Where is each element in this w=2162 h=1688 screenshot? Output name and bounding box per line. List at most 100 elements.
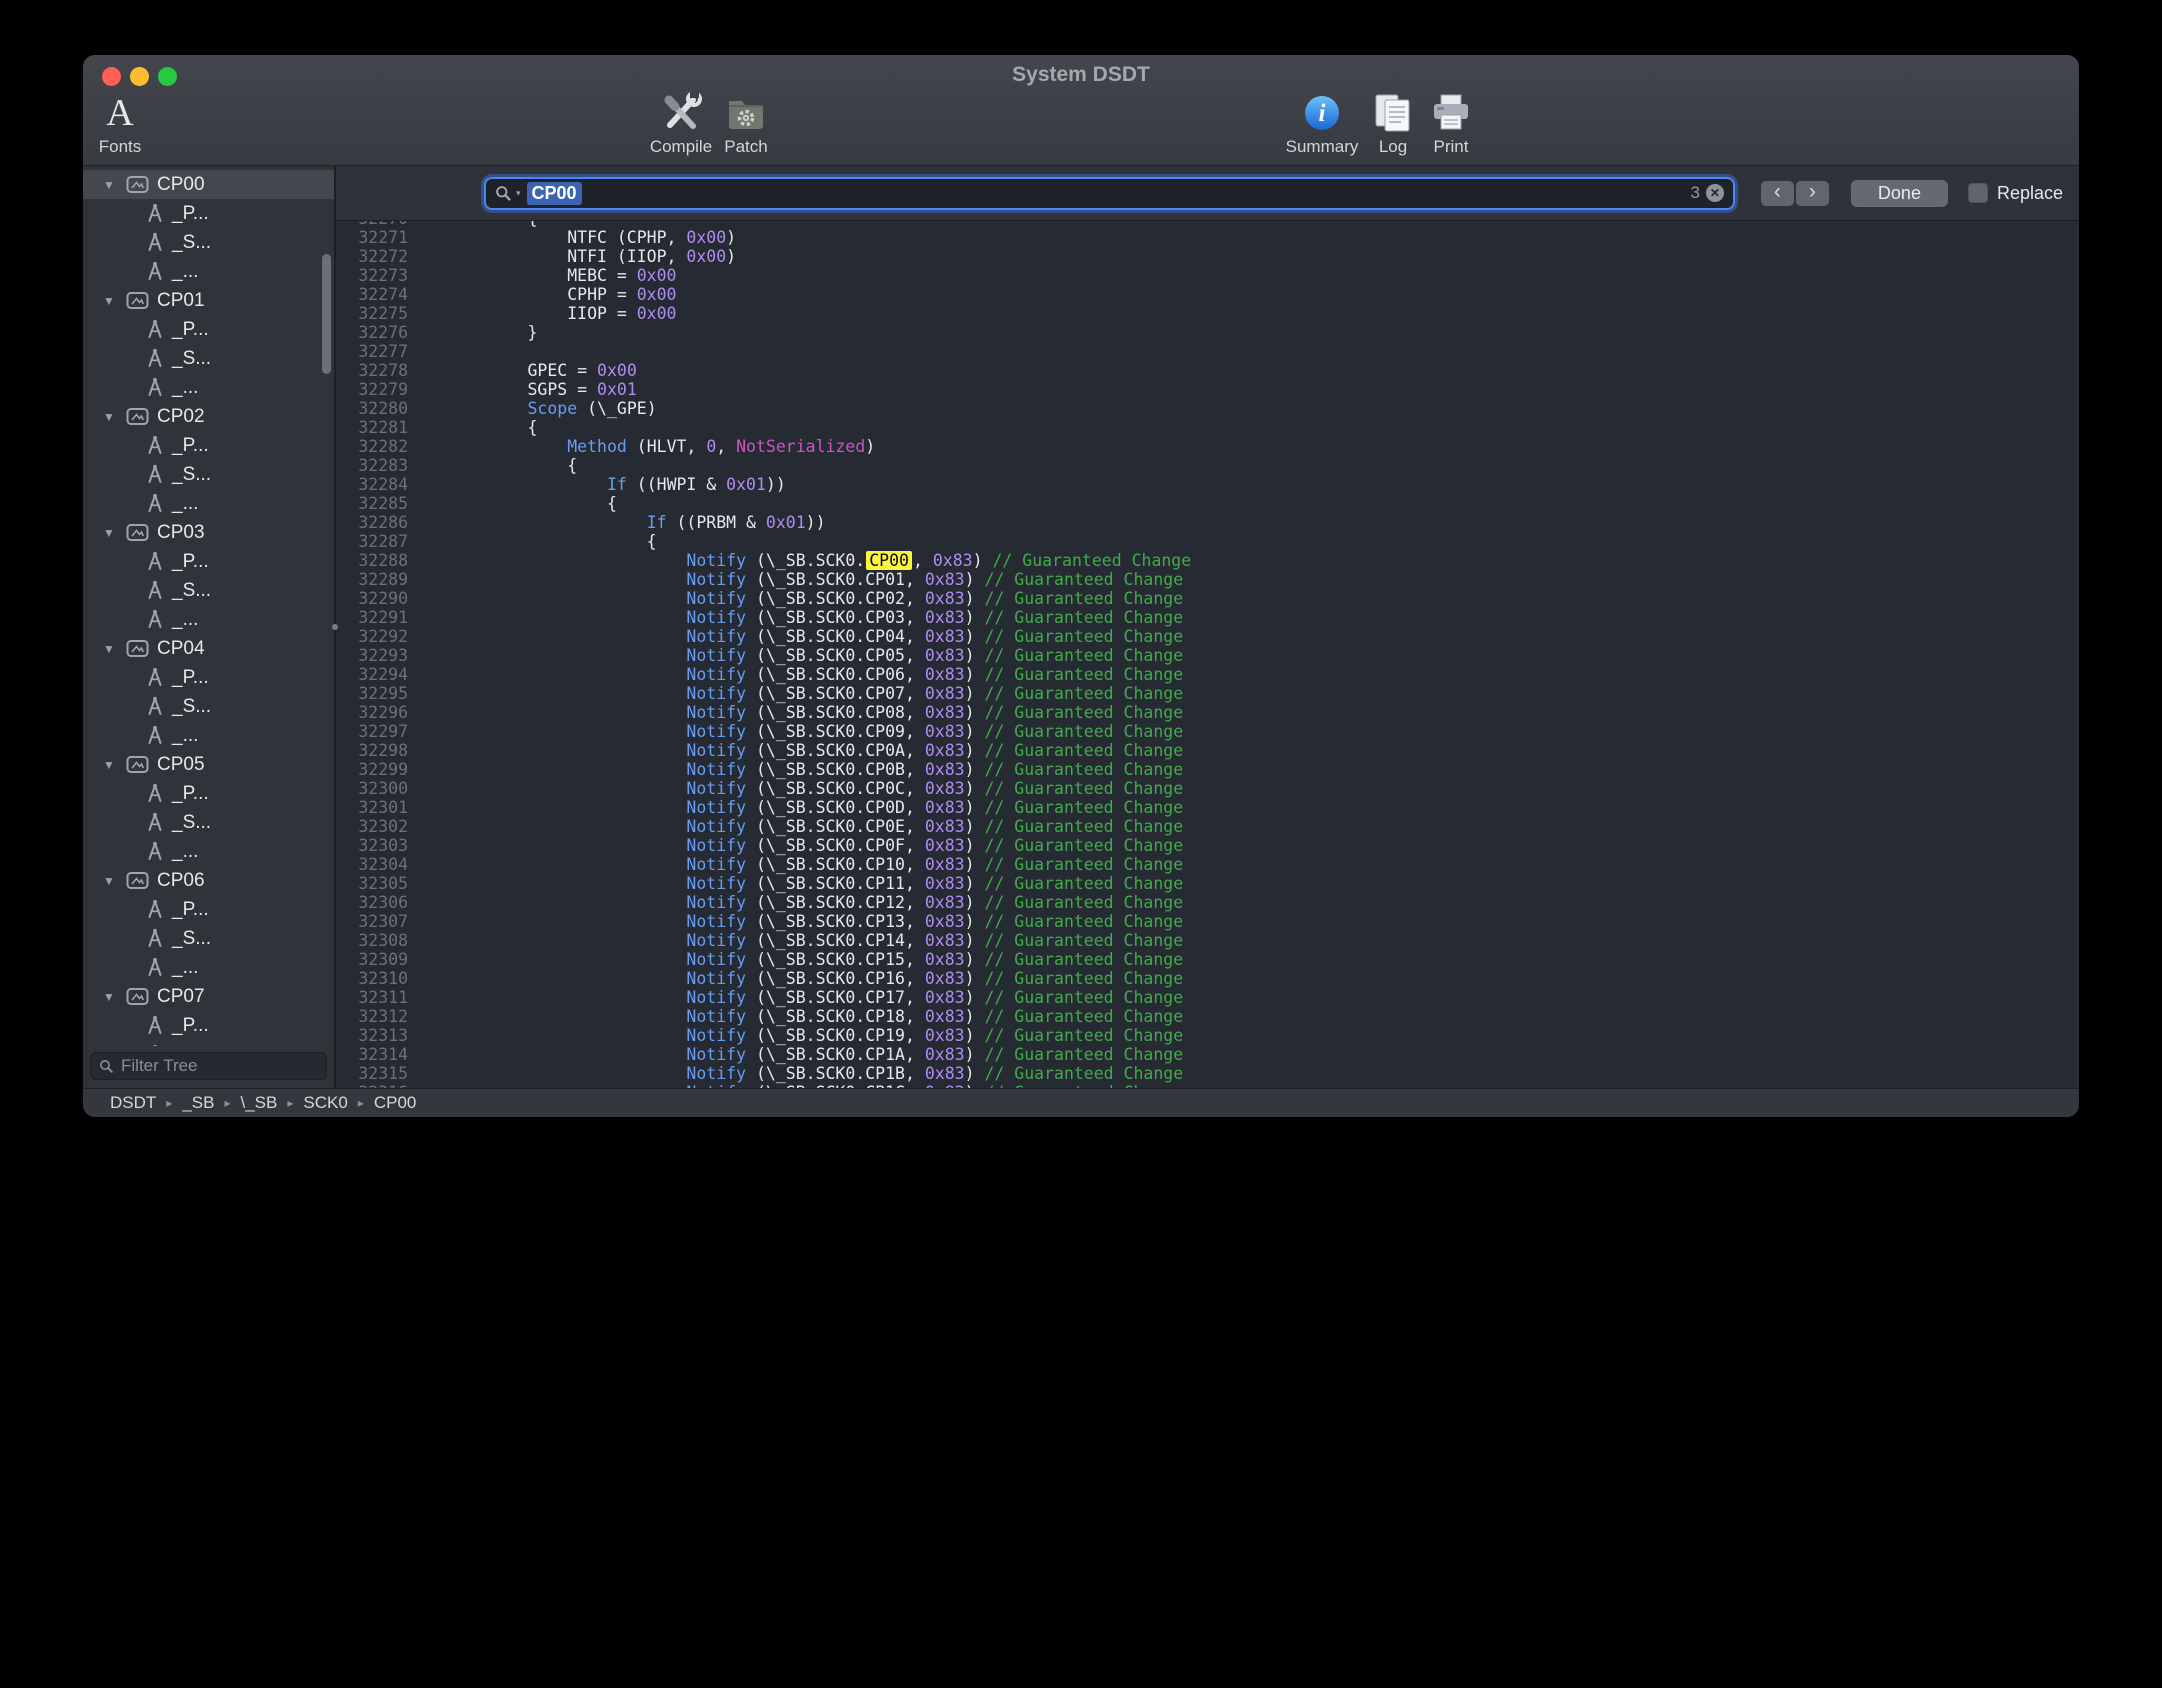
breadcrumb-item[interactable]: \_SB [240, 1093, 277, 1113]
source-text: { [408, 221, 537, 228]
code-line: 32307 Notify (\_SB.SCK0.CP13, 0x83) // G… [336, 912, 2079, 931]
print-button[interactable]: Print [1408, 89, 1494, 157]
breadcrumb-item[interactable]: SCK0 [303, 1093, 347, 1113]
patch-folder-icon [703, 89, 789, 137]
disclosure-triangle-icon[interactable]: ▼ [103, 990, 118, 1004]
breadcrumb-item[interactable]: CP00 [374, 1093, 417, 1113]
code-line: 32292 Notify (\_SB.SCK0.CP04, 0x83) // G… [336, 627, 2079, 646]
filter-tree-input[interactable]: Filter Tree [90, 1052, 327, 1080]
tree-item-child[interactable]: _S... [83, 1040, 334, 1046]
disclosure-triangle-icon[interactable]: ▼ [103, 410, 118, 424]
code-line: 32295 Notify (\_SB.SCK0.CP07, 0x83) // G… [336, 684, 2079, 703]
tree-item-label: _S... [172, 812, 211, 834]
tree-item-child[interactable]: _S... [83, 808, 334, 837]
done-button[interactable]: Done [1851, 180, 1948, 207]
disclosure-triangle-icon[interactable]: ▼ [103, 526, 118, 540]
sidebar-splitter[interactable] [334, 166, 336, 1088]
tree-item-cp04[interactable]: ▼CP04 [83, 634, 334, 663]
scope-icon [126, 871, 149, 890]
tree-item-cp01[interactable]: ▼CP01 [83, 286, 334, 315]
line-number: 32314 [336, 1045, 408, 1064]
code-content: 32270 {32271 NTFC (CPHP, 0x00)32272 NTFI… [336, 221, 2079, 1088]
source-text: { [408, 494, 617, 513]
source-text: GPEC = 0x00 [408, 361, 637, 380]
tree-item-child[interactable]: _S... [83, 344, 334, 373]
line-number: 32297 [336, 722, 408, 741]
source-text: Notify (\_SB.SCK0.CP05, 0x83) // Guarant… [408, 646, 1183, 665]
tree-item-child[interactable]: _P... [83, 199, 334, 228]
search-options-chevron-icon[interactable]: ▾ [516, 188, 521, 199]
tree-item-child[interactable]: _P... [83, 315, 334, 344]
tree-item-child[interactable]: _... [83, 257, 334, 286]
code-line: 32270 { [336, 221, 2079, 228]
breadcrumb-separator-icon: ▸ [166, 1096, 172, 1110]
tree-item-child[interactable]: _... [83, 953, 334, 982]
tree-item-child[interactable]: _P... [83, 779, 334, 808]
match-count: 3 [1690, 183, 1699, 203]
tree-item-cp02[interactable]: ▼CP02 [83, 402, 334, 431]
tree-item-child[interactable]: _S... [83, 460, 334, 489]
source-text: Notify (\_SB.SCK0.CP11, 0x83) // Guarant… [408, 874, 1183, 893]
tree-item-child[interactable]: _... [83, 605, 334, 634]
code-line: 32290 Notify (\_SB.SCK0.CP02, 0x83) // G… [336, 589, 2079, 608]
breadcrumb-separator-icon: ▸ [287, 1096, 293, 1110]
tree-item-child[interactable]: _P... [83, 663, 334, 692]
clear-search-button[interactable]: ✕ [1706, 184, 1724, 202]
disclosure-triangle-icon[interactable]: ▼ [103, 874, 118, 888]
disclosure-triangle-icon[interactable]: ▼ [103, 758, 118, 772]
source-text: Notify (\_SB.SCK0.CP0D, 0x83) // Guarant… [408, 798, 1183, 817]
tree-item-child[interactable]: _... [83, 721, 334, 750]
breadcrumb-item[interactable]: _SB [182, 1093, 214, 1113]
tree-item-child[interactable]: _S... [83, 228, 334, 257]
source-text: Notify (\_SB.SCK0.CP0A, 0x83) // Guarant… [408, 741, 1183, 760]
find-previous-button[interactable]: ‹ [1761, 181, 1794, 206]
line-number: 32312 [336, 1007, 408, 1026]
tree-item-child[interactable]: _P... [83, 547, 334, 576]
fonts-button[interactable]: A Fonts [83, 89, 163, 157]
line-number: 32290 [336, 589, 408, 608]
tree-item-cp06[interactable]: ▼ CP06 [83, 866, 334, 895]
tree-item-child[interactable]: _S... [83, 576, 334, 605]
splitter-handle-icon [332, 624, 338, 630]
replace-checkbox[interactable] [1968, 183, 1988, 203]
tree-item-label: CP06 [157, 870, 205, 892]
tree-item-child[interactable]: _P... [83, 1011, 334, 1040]
line-number: 32306 [336, 893, 408, 912]
tree-item-child[interactable]: _... [83, 373, 334, 402]
tree-item-child[interactable]: _... [83, 837, 334, 866]
compass-icon [146, 464, 164, 485]
code-editor[interactable]: 32270 {32271 NTFC (CPHP, 0x00)32272 NTFI… [336, 221, 2079, 1088]
line-number: 32302 [336, 817, 408, 836]
tree-item-cp00[interactable]: ▼CP00 [83, 170, 334, 199]
tree-item-cp07[interactable]: ▼CP07 [83, 982, 334, 1011]
find-input[interactable]: ▾ CP00 3 ✕ [484, 177, 1735, 210]
sidebar-scrollbar[interactable] [322, 254, 331, 374]
tree-item-cp05[interactable]: ▼CP05 [83, 750, 334, 779]
breadcrumb-separator-icon: ▸ [224, 1096, 230, 1110]
tree-item-child[interactable]: _P... [83, 431, 334, 460]
source-text: Notify (\_SB.SCK0.CP14, 0x83) // Guarant… [408, 931, 1183, 950]
disclosure-triangle-icon[interactable]: ▼ [103, 294, 118, 308]
line-number: 32292 [336, 627, 408, 646]
compass-icon [146, 261, 164, 282]
disclosure-triangle-icon[interactable]: ▼ [103, 178, 118, 192]
window-header: System DSDT A Fonts Compile [83, 55, 2079, 166]
source-text: Notify (\_SB.SCK0.CP1B, 0x83) // Guarant… [408, 1064, 1183, 1083]
line-number: 32298 [336, 741, 408, 760]
patch-button[interactable]: Patch [703, 89, 789, 157]
tree-item-child[interactable]: _S... [83, 924, 334, 953]
tree-item-child[interactable]: _P... [83, 895, 334, 924]
app-window: System DSDT A Fonts Compile [83, 55, 2079, 1117]
code-line: 32314 Notify (\_SB.SCK0.CP1A, 0x83) // G… [336, 1045, 2079, 1064]
find-next-button[interactable]: › [1796, 181, 1829, 206]
breadcrumb-item[interactable]: DSDT [110, 1093, 156, 1113]
line-number: 32308 [336, 931, 408, 950]
tree-item-label: _S... [172, 580, 211, 602]
window-title: System DSDT [83, 63, 2079, 87]
disclosure-triangle-icon[interactable]: ▼ [103, 642, 118, 656]
tree-item-child[interactable]: _... [83, 489, 334, 518]
source-text: Notify (\_SB.SCK0.CP1A, 0x83) // Guarant… [408, 1045, 1183, 1064]
tree-item-child[interactable]: _S... [83, 692, 334, 721]
tree-item-cp03[interactable]: ▼CP03 [83, 518, 334, 547]
source-text: { [408, 532, 657, 551]
